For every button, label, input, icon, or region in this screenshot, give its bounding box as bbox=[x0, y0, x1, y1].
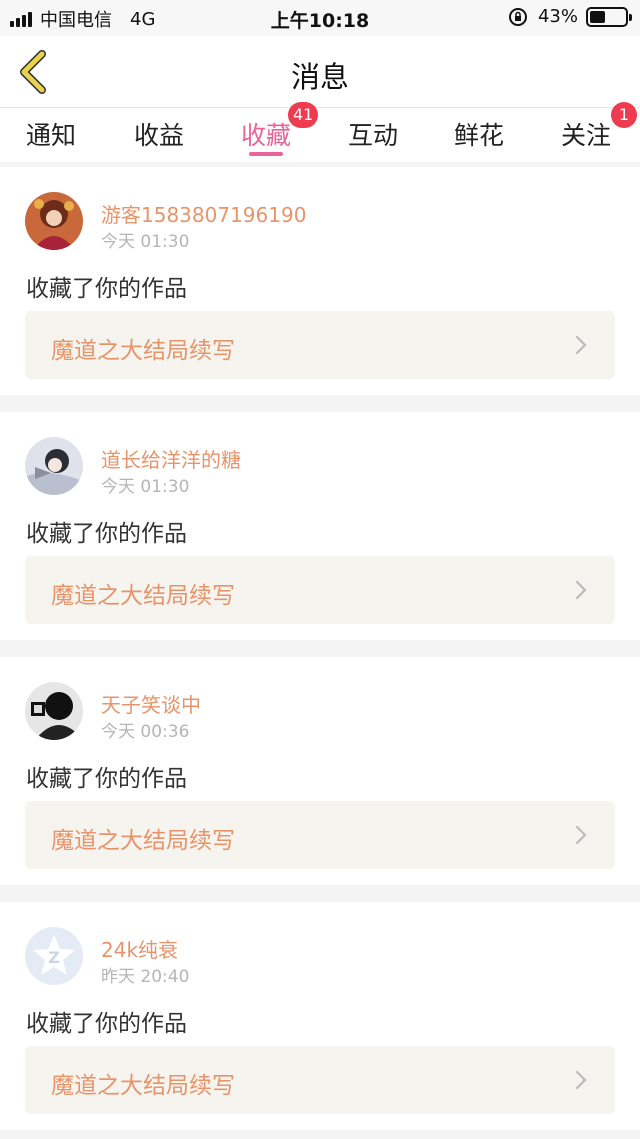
work-title: 魔道之大结局续写 bbox=[51, 828, 235, 854]
user-avatar-image bbox=[25, 192, 83, 250]
chevron-right-icon bbox=[575, 335, 587, 355]
status-right: 43% bbox=[508, 6, 632, 27]
user-avatar-image bbox=[25, 437, 83, 495]
chevron-right-icon bbox=[575, 825, 587, 845]
message-time: 昨天 20:40 bbox=[101, 967, 190, 987]
rotation-lock-icon bbox=[508, 7, 527, 26]
avatar[interactable]: Z bbox=[25, 927, 83, 985]
message-action: 收藏了你的作品 bbox=[26, 276, 187, 302]
work-link[interactable]: 魔道之大结局续写 bbox=[25, 801, 615, 869]
tab-favorites[interactable]: 收藏 bbox=[241, 116, 291, 152]
avatar[interactable] bbox=[25, 437, 83, 495]
message-card: 道长给洋洋的糖 今天 01:30 收藏了你的作品 魔道之大结局续写 bbox=[0, 412, 640, 640]
status-bar: 中国电信 4G 上午10:18 43% bbox=[0, 0, 640, 36]
work-link[interactable]: 魔道之大结局续写 bbox=[25, 556, 615, 624]
work-link[interactable]: 魔道之大结局续写 bbox=[25, 311, 615, 379]
tab-notifications[interactable]: 通知 bbox=[26, 116, 76, 152]
follows-count-badge: 1 bbox=[611, 102, 637, 128]
username[interactable]: 天子笑谈中 bbox=[101, 689, 201, 718]
avatar[interactable] bbox=[25, 682, 83, 740]
work-title: 魔道之大结局续写 bbox=[51, 1073, 235, 1099]
tab-follows[interactable]: 关注 bbox=[561, 116, 611, 152]
message-card: Z 24k纯衰 昨天 20:40 收藏了你的作品 魔道之大结局续写 bbox=[0, 902, 640, 1130]
battery-icon bbox=[586, 6, 632, 27]
username[interactable]: 游客1583807196190 bbox=[101, 199, 306, 228]
chevron-right-icon bbox=[575, 580, 587, 600]
message-action: 收藏了你的作品 bbox=[26, 766, 187, 792]
favorites-count-badge: 41 bbox=[288, 102, 319, 128]
qzone-default-avatar-icon: Z bbox=[25, 927, 83, 985]
tab-flowers[interactable]: 鲜花 bbox=[454, 116, 504, 152]
message-card: 天子笑谈中 今天 00:36 收藏了你的作品 魔道之大结局续写 bbox=[0, 657, 640, 885]
message-action: 收藏了你的作品 bbox=[26, 521, 187, 547]
username[interactable]: 24k纯衰 bbox=[101, 934, 178, 963]
tab-earnings[interactable]: 收益 bbox=[134, 116, 184, 152]
battery-percent: 43% bbox=[537, 6, 578, 27]
work-link[interactable]: 魔道之大结局续写 bbox=[25, 1046, 615, 1114]
avatar[interactable] bbox=[25, 192, 83, 250]
page-title: 消息 bbox=[290, 60, 349, 94]
work-title: 魔道之大结局续写 bbox=[51, 583, 235, 609]
nav-bar: 消息 bbox=[0, 36, 640, 108]
chevron-right-icon bbox=[575, 1070, 587, 1090]
work-title: 魔道之大结局续写 bbox=[51, 338, 235, 364]
tab-bar: 通知 收益 收藏 41 互动 鲜花 关注 1 bbox=[0, 102, 640, 162]
message-time: 今天 01:30 bbox=[101, 477, 190, 497]
tab-interactions[interactable]: 互动 bbox=[348, 116, 398, 152]
username[interactable]: 道长给洋洋的糖 bbox=[101, 444, 241, 473]
svg-text:Z: Z bbox=[48, 948, 60, 967]
message-time: 今天 00:36 bbox=[101, 722, 190, 742]
active-tab-indicator bbox=[249, 152, 283, 156]
user-avatar-image bbox=[25, 682, 83, 740]
message-action: 收藏了你的作品 bbox=[26, 1011, 187, 1037]
message-time: 今天 01:30 bbox=[101, 232, 190, 252]
message-card: 游客1583807196190 今天 01:30 收藏了你的作品 魔道之大结局续… bbox=[0, 167, 640, 395]
